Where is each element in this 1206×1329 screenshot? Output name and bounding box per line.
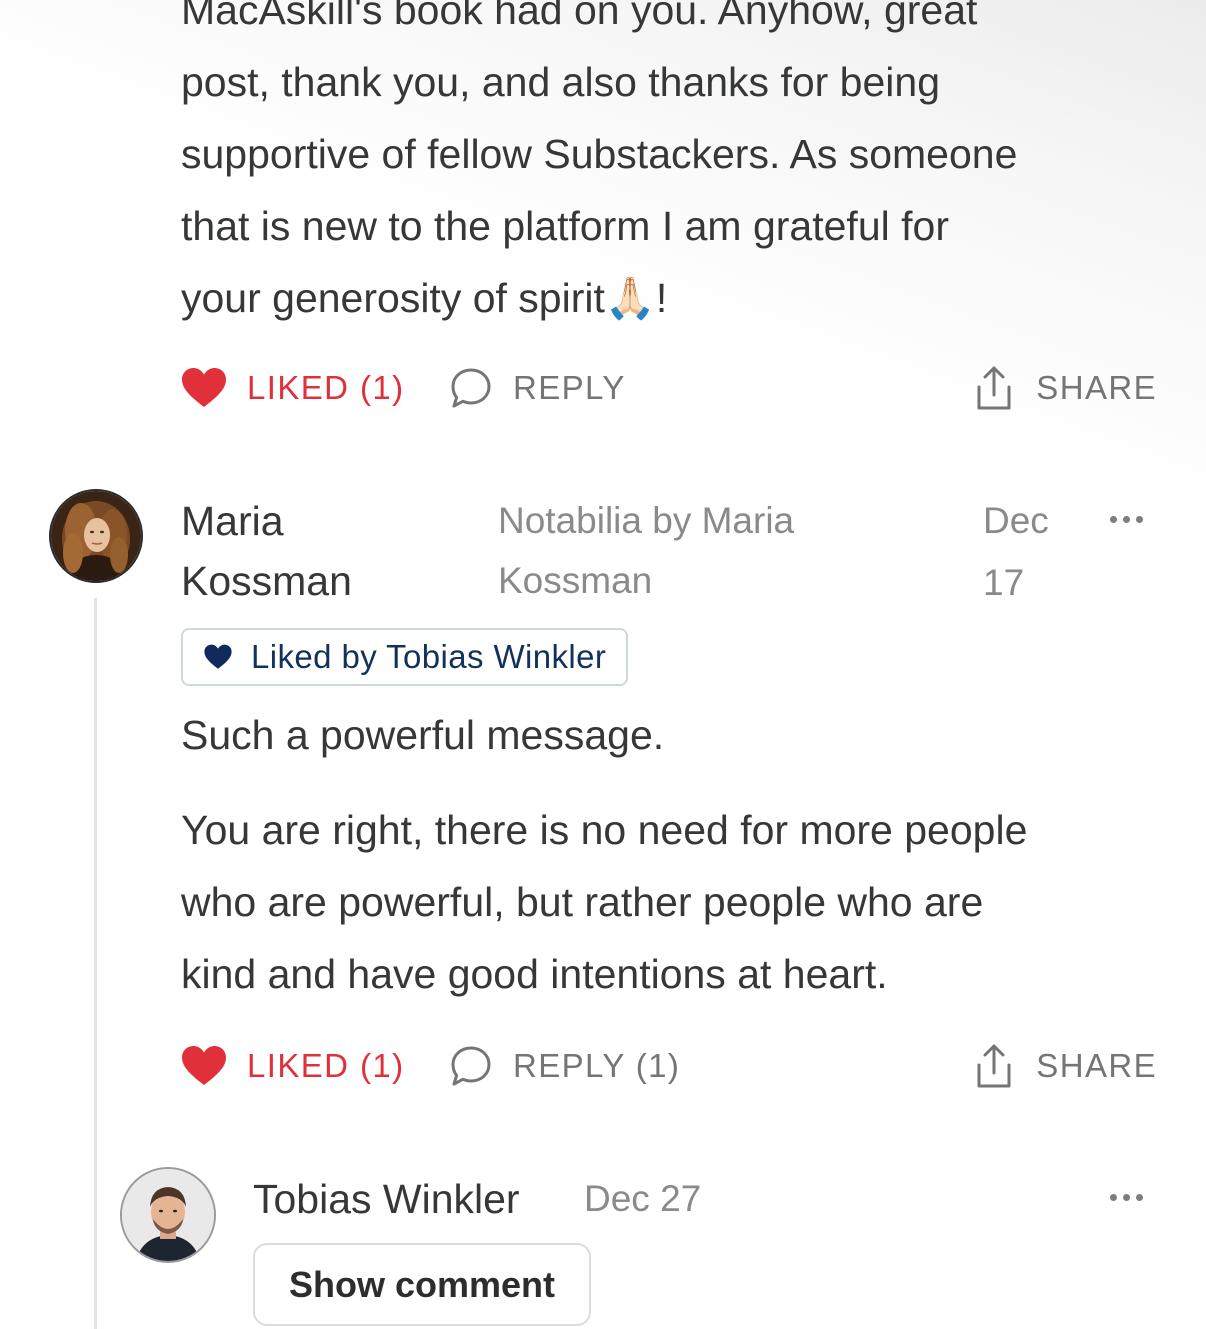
top-comment-line: supportive of fellow Substackers. As som… [181,131,1018,177]
share-icon [977,366,1011,410]
reply-button[interactable]: REPLY (1) [449,1041,680,1091]
comment-paragraph-line: who are powerful, but rather people who … [181,879,984,925]
comment-body: Such a powerful message. [181,704,1171,766]
top-comment-line: MacAskill's book had on you. Anyhow, gre… [181,0,978,33]
liked-by-badge: Liked by Tobias Winkler [181,628,629,686]
reply-button[interactable]: REPLY [449,363,626,413]
show-comment-button[interactable]: Show comment [253,1243,591,1326]
author-first-name: Maria [181,498,284,544]
like-label: LIKED (1) [247,369,405,406]
publication-name-line: Kossman [498,560,653,601]
comment-paragraph-line: You are right, there is no need for more… [181,807,1028,853]
top-comment-line: that is new to the platform I am gratefu… [181,203,949,249]
comment-paragraph: Such a powerful message. [181,712,665,758]
publication-name-line: Notabilia by Maria [498,500,795,541]
heart-filled-icon [204,644,232,669]
speech-bubble-icon [451,1046,491,1086]
comment-paragraph-line: kind and have good intentions at heart. [181,951,888,997]
top-comment-body: MacAskill's book had on you. Anyhow, gre… [181,0,1171,334]
like-button[interactable]: LIKED (1) [181,363,404,413]
top-comment-actions: LIKED (1) REPLY SHARE [181,363,1157,413]
speech-bubble-icon [451,368,491,408]
comment-actions: LIKED (1) REPLY (1) SHARE [181,1041,1157,1091]
more-options-icon[interactable] [1110,509,1143,529]
top-comment-line: post, thank you, and also thanks for bei… [181,59,941,105]
reply-label: REPLY (1) [513,1047,681,1084]
reply-label: REPLY [513,369,626,406]
author-name[interactable]: Maria Kossman [181,491,352,611]
reply-date[interactable]: Dec 27 [584,1169,701,1229]
share-label: SHARE [1036,1047,1157,1084]
share-icon [977,1044,1011,1088]
avatar-photo-maria [51,491,141,581]
heart-filled-icon [182,1046,226,1085]
comment-date-day: 17 [983,562,1025,603]
comment-date-month: Dec [983,500,1049,541]
comments-page: MacAskill's book had on you. Anyhow, gre… [0,0,1206,1329]
comment-body: You are right, there is no need for more… [181,794,1171,1010]
top-comment-line: your generosity of spirit🙏🏻! [181,275,668,321]
reply-author-name[interactable]: Tobias Winkler [253,1169,520,1229]
share-label: SHARE [1036,369,1157,406]
comment-date[interactable]: Dec 17 [983,490,1049,614]
more-options-icon[interactable] [1110,1187,1143,1207]
avatar[interactable] [120,1167,216,1263]
heart-filled-icon [182,368,226,407]
avatar-photo-tobias [122,1169,214,1261]
thread-line [94,598,97,1329]
liked-by-label: Liked by Tobias Winkler [251,638,607,675]
like-button[interactable]: LIKED (1) [181,1041,404,1091]
share-button[interactable]: SHARE [974,363,1157,413]
publication-name[interactable]: Notabilia by Maria Kossman [498,491,794,611]
like-label: LIKED (1) [247,1047,405,1084]
share-button[interactable]: SHARE [974,1041,1157,1091]
avatar[interactable] [49,489,143,583]
author-last-name: Kossman [181,558,352,604]
